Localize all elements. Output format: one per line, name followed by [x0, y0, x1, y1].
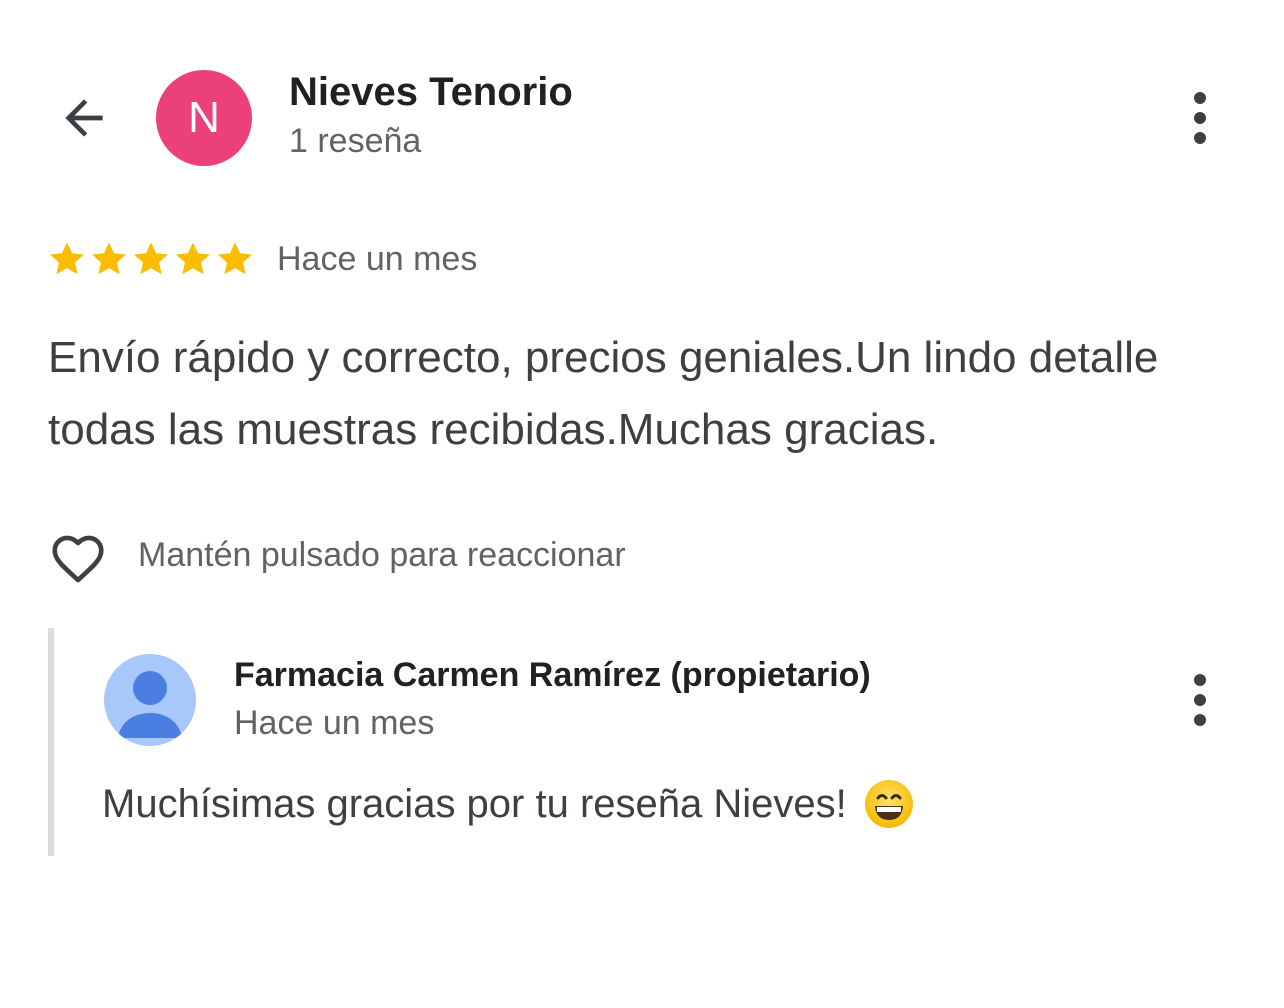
- heart-outline-icon: [52, 535, 104, 583]
- grinning-face-emoji-icon: [864, 780, 913, 828]
- star-icon: [176, 242, 210, 275]
- more-vertical-icon: [1194, 674, 1206, 726]
- reply-more-options-button[interactable]: [1176, 664, 1224, 736]
- avatar-initial: N: [188, 93, 220, 142]
- owner-reply-message: Muchísimas gracias por tu reseña Nieves!: [102, 782, 847, 826]
- reviewer-name[interactable]: Nieves Tenorio: [289, 70, 573, 115]
- star-icon: [92, 242, 126, 275]
- owner-name: Farmacia Carmen Ramírez (propietario): [234, 656, 871, 694]
- default-person-avatar-icon: [118, 671, 182, 738]
- reply-divider: [48, 628, 54, 856]
- reviewer-review-count: 1 reseña: [289, 122, 422, 160]
- more-vertical-icon: [1194, 92, 1206, 144]
- owner-reply-date: Hace un mes: [234, 704, 435, 742]
- star-icon: [50, 242, 84, 275]
- review-text: Envío rápido y correcto, precios geniale…: [48, 333, 1159, 454]
- back-button[interactable]: [48, 82, 120, 154]
- owner-reply-text: Muchísimas gracias por tu reseña Nieves!: [102, 776, 915, 832]
- react-button[interactable]: [46, 526, 110, 586]
- owner-avatar: [104, 654, 196, 746]
- reviewer-avatar[interactable]: N: [156, 70, 252, 166]
- star-rating: [46, 238, 256, 282]
- star-icon: [218, 242, 252, 275]
- arrow-left-icon: [65, 99, 103, 137]
- review-more-options-button[interactable]: [1176, 82, 1224, 154]
- reaction-hint: Mantén pulsado para reaccionar: [138, 536, 626, 574]
- review-date: Hace un mes: [277, 240, 478, 278]
- star-icon: [134, 242, 168, 275]
